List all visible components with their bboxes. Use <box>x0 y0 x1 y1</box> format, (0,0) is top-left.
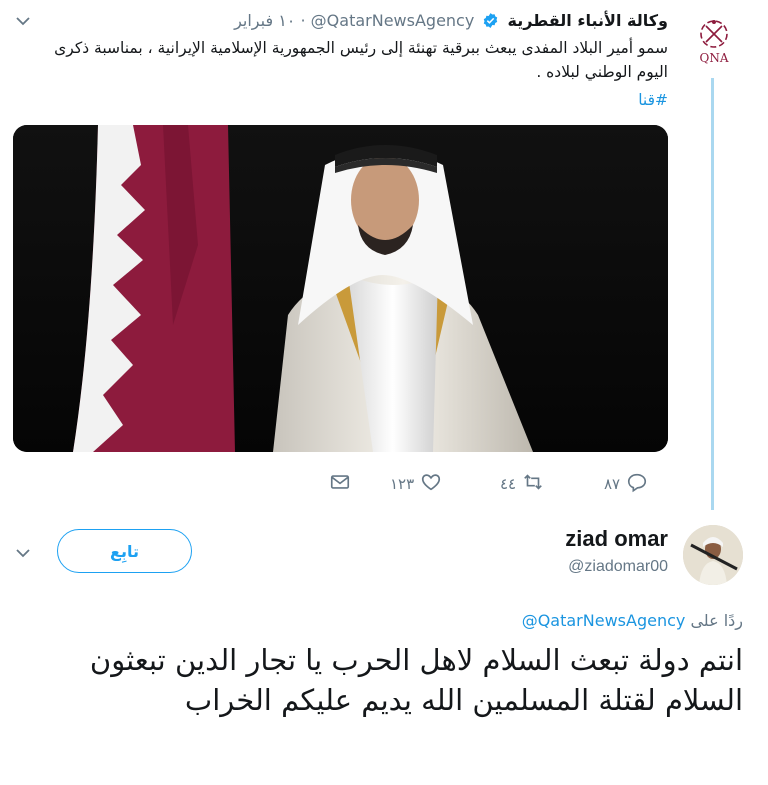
reply-action[interactable]: ٨٧ <box>604 470 648 498</box>
reply-author-handle[interactable]: @ziadomar00 <box>400 555 668 579</box>
direct-message-action[interactable] <box>329 470 351 498</box>
qna-logo-text: QNA <box>699 51 728 65</box>
parent-tweet[interactable]: QNA وكالة الأنباء القطرية @QatarNewsAgen… <box>0 0 768 510</box>
reply-text: انتم دولة تبعث السلام لاهل الحرب يا تجار… <box>89 643 743 717</box>
retweet-count: ٤٤ <box>500 475 517 493</box>
thread-connector-line <box>711 78 714 510</box>
replying-to-prefix: ردًا على <box>690 611 743 630</box>
hashtag-link[interactable]: #قنا <box>560 88 668 112</box>
reply-count: ٨٧ <box>604 475 621 493</box>
follow-button[interactable]: تابِع <box>57 529 192 573</box>
heart-icon <box>420 471 442 497</box>
timestamp[interactable]: ١٠ فبراير <box>234 11 295 30</box>
like-count: ١٢٣ <box>390 475 415 493</box>
reply-author-name[interactable]: ziad omar <box>400 524 668 554</box>
verified-badge-icon <box>482 11 499 28</box>
replying-to-line: ردًا على @QatarNewsAgency <box>300 608 743 634</box>
mention-link[interactable]: @QatarNewsAgency <box>522 611 686 630</box>
qna-logo-avatar[interactable]: QNA <box>686 12 742 68</box>
author-name[interactable]: وكالة الأنباء القطرية <box>508 11 669 30</box>
chevron-down-icon[interactable] <box>14 12 32 30</box>
author-handle[interactable]: @QatarNewsAgency <box>311 11 475 30</box>
tweet-header: وكالة الأنباء القطرية @QatarNewsAgency ·… <box>40 8 668 34</box>
tweet-photo[interactable] <box>13 125 668 452</box>
avatar[interactable] <box>683 525 743 585</box>
qatar-flag <box>73 125 235 452</box>
tweet-text: سمو أمير البلاد المفدى يبعث ببرقية تهنئة… <box>54 39 668 81</box>
like-action[interactable]: ١٢٣ <box>390 470 442 498</box>
envelope-icon <box>329 471 351 497</box>
retweet-action[interactable]: ٤٤ <box>500 470 544 498</box>
retweet-icon <box>522 471 544 497</box>
separator-dot: · <box>300 11 306 30</box>
reply-icon <box>626 471 648 497</box>
chevron-down-icon[interactable] <box>14 544 32 562</box>
